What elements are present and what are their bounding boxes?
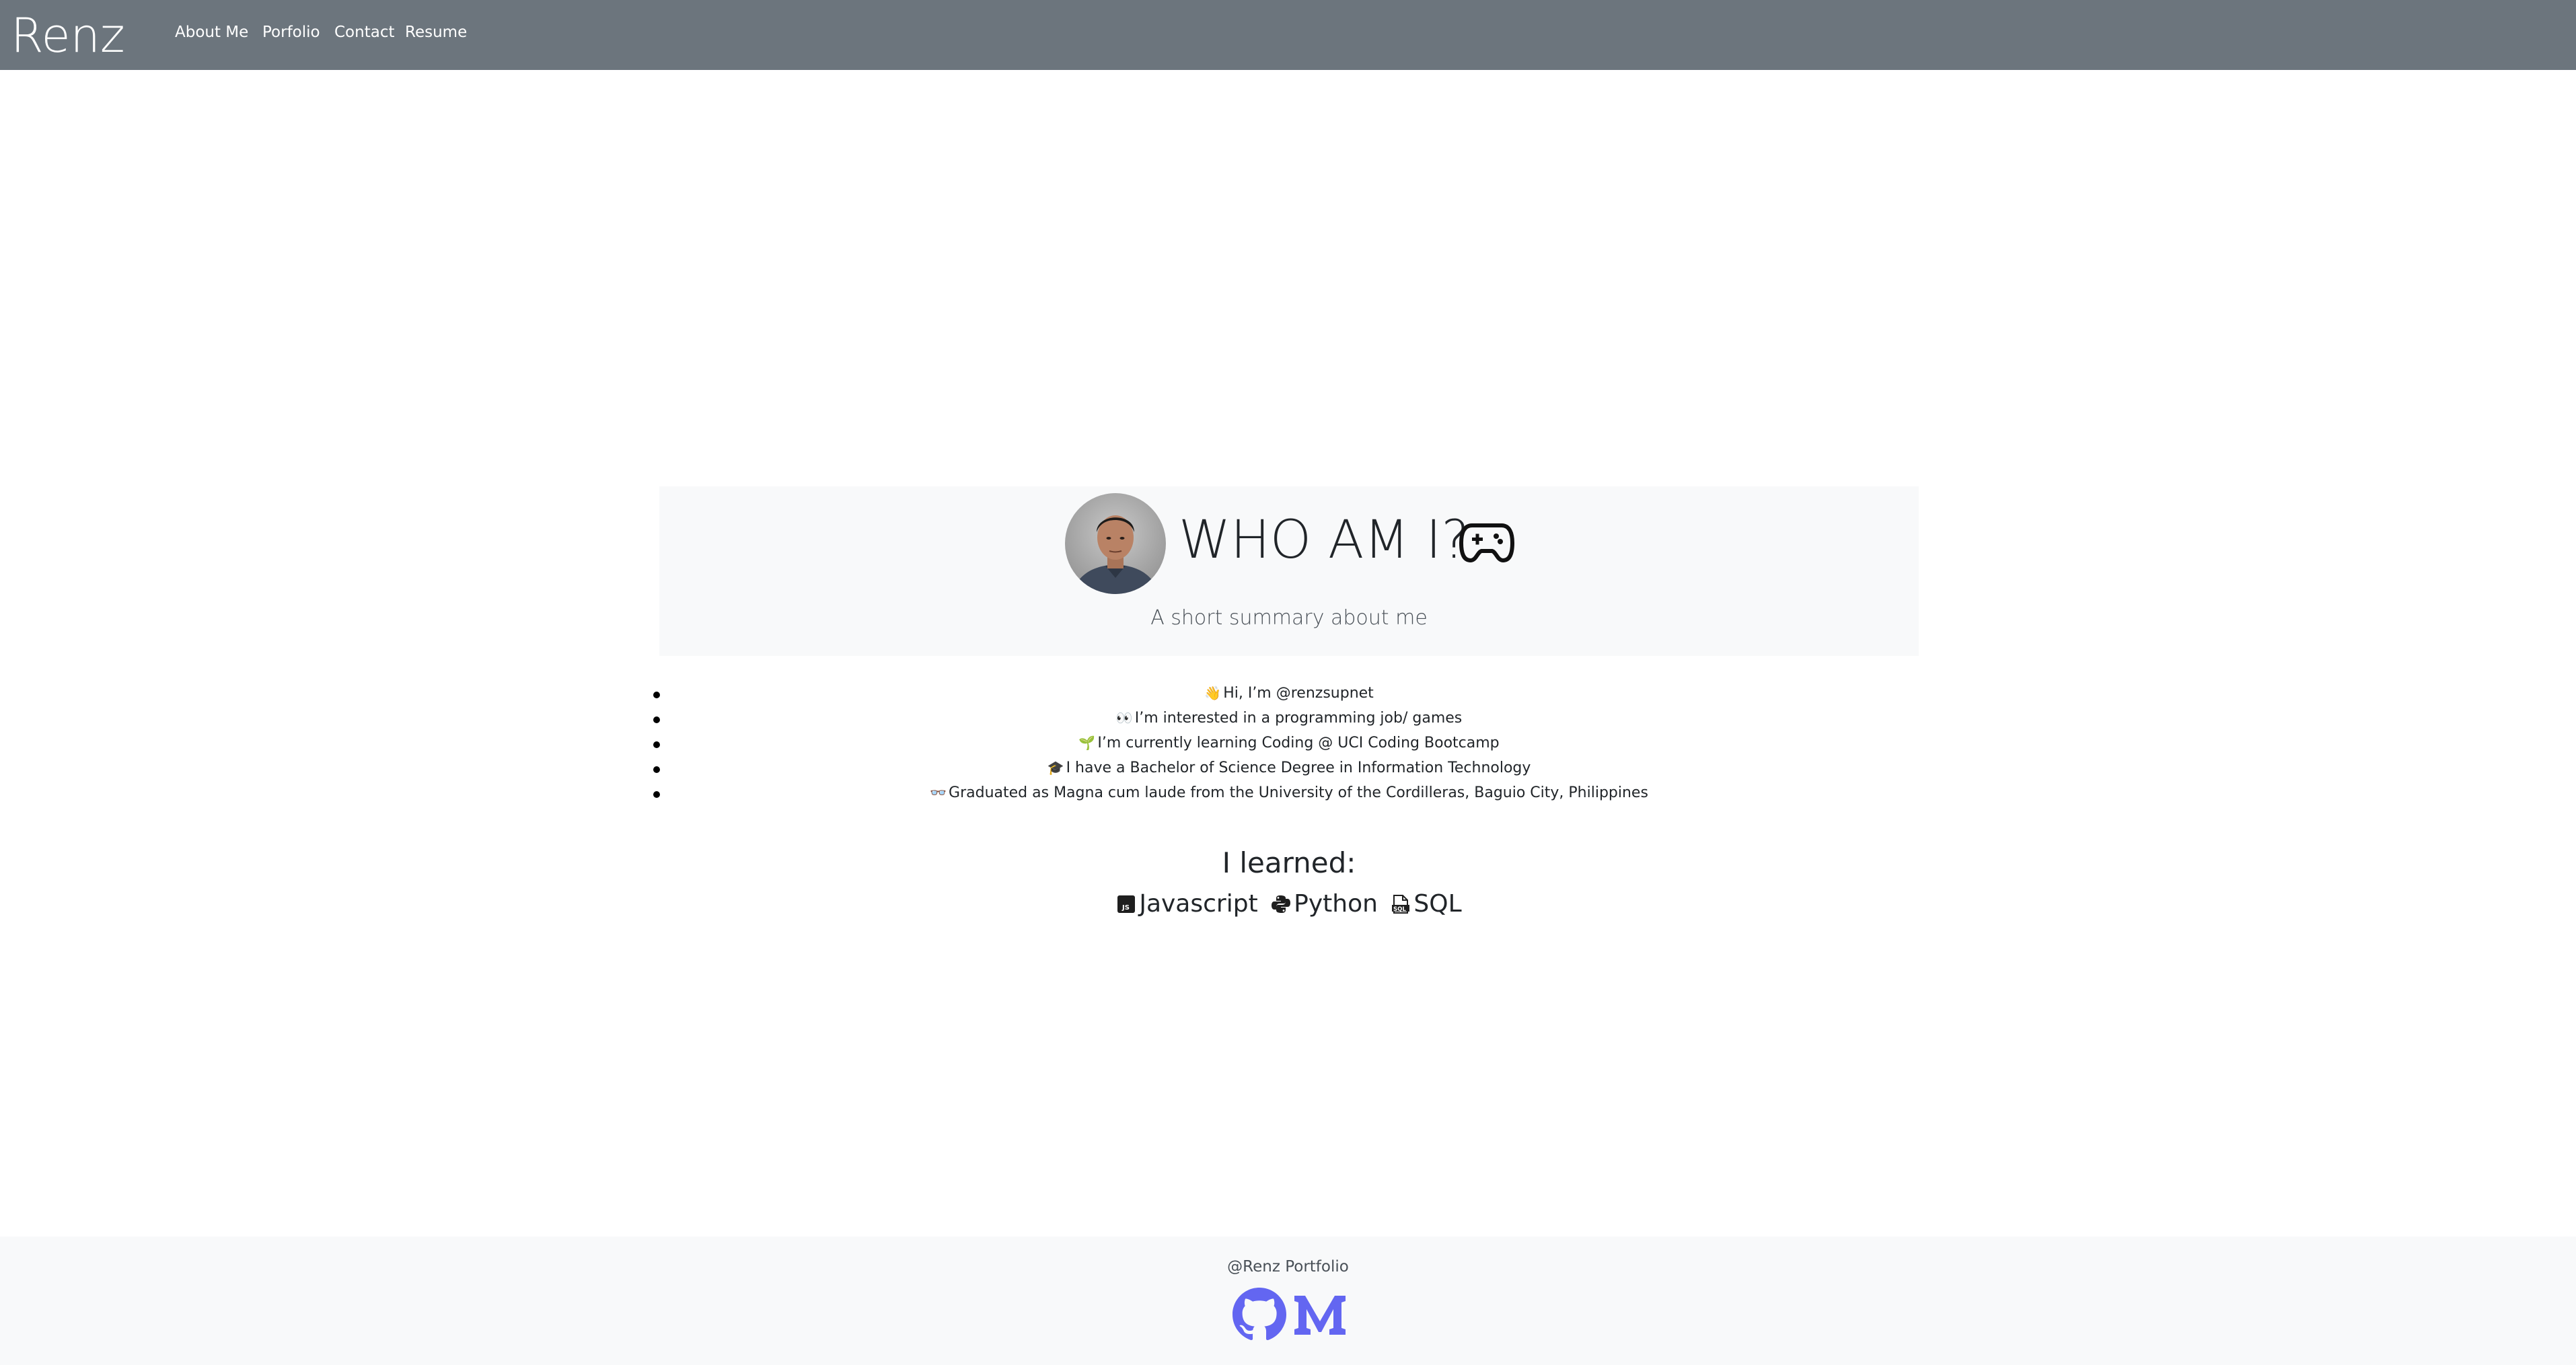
list-item-text: Graduated as Magna cum laude from the Un… (949, 784, 1648, 801)
list-item-text: I’m currently learning Coding @ UCI Codi… (1097, 735, 1500, 751)
list-item: 🌱 I’m currently learning Coding @ UCI Cod… (659, 731, 1919, 755)
brand-logo[interactable]: Renz (11, 5, 125, 66)
list-item-text: Hi, I’m @renzsupnet (1223, 685, 1374, 702)
avatar (1065, 493, 1166, 594)
python-icon (1271, 889, 1291, 913)
about-list: 👋 Hi, I’m @renzsupnet 👀 I’m interested in … (659, 681, 1919, 805)
sql-file-icon: SQL (1391, 889, 1411, 914)
list-item: 👀 I’m interested in a programming job/ ga… (659, 706, 1919, 731)
list-item-text: I’m interested in a programming job/ gam… (1134, 710, 1463, 727)
navbar: Renz About Me Porfolio Contact Resume (0, 0, 2576, 70)
list-item: 👋 Hi, I’m @renzsupnet (659, 681, 1919, 706)
learned-heading: I learned: (1222, 846, 1356, 879)
list-item-text: I have a Bachelor of Science Degree in I… (1066, 760, 1531, 776)
medium-icon[interactable] (1292, 1292, 1348, 1337)
skills-row: JS Javascript Python SQL SQL (659, 886, 1919, 922)
gamepad-icon (1459, 519, 1515, 566)
list-item: 👓 Graduated as Magna cum laude from the U… (659, 780, 1919, 805)
waving-hand-icon: 👋 (1204, 685, 1222, 701)
hero-subtitle: A short summary about me (1150, 606, 1428, 630)
eyes-icon: 👀 (1115, 710, 1133, 726)
seedling-icon: 🌱 (1078, 735, 1096, 751)
svg-text:JS: JS (1121, 904, 1130, 912)
nav-resume[interactable]: Resume (405, 19, 467, 46)
skill-label: SQL (1413, 890, 1462, 918)
glasses-icon: 👓 (930, 784, 947, 801)
list-item: 🎓 I have a Bachelor of Science Degree in … (659, 755, 1919, 780)
nav-portfolio[interactable]: Porfolio (262, 19, 320, 46)
skill-javascript: JS Javascript (1116, 886, 1258, 922)
footer-text: @Renz Portfolio (1227, 1258, 1349, 1276)
skill-sql: SQL SQL (1391, 886, 1462, 922)
javascript-icon: JS (1116, 889, 1136, 913)
skill-python: Python (1271, 886, 1378, 922)
graduation-cap-icon: 🎓 (1047, 760, 1064, 776)
svg-text:SQL: SQL (1393, 906, 1406, 913)
skill-label: Javascript (1139, 890, 1258, 918)
skill-label: Python (1294, 890, 1378, 918)
nav-about-me[interactable]: About Me (175, 19, 248, 46)
nav-contact[interactable]: Contact (334, 19, 394, 46)
page-title: WHO AM I? (1179, 510, 1469, 570)
github-icon[interactable] (1232, 1288, 1286, 1341)
